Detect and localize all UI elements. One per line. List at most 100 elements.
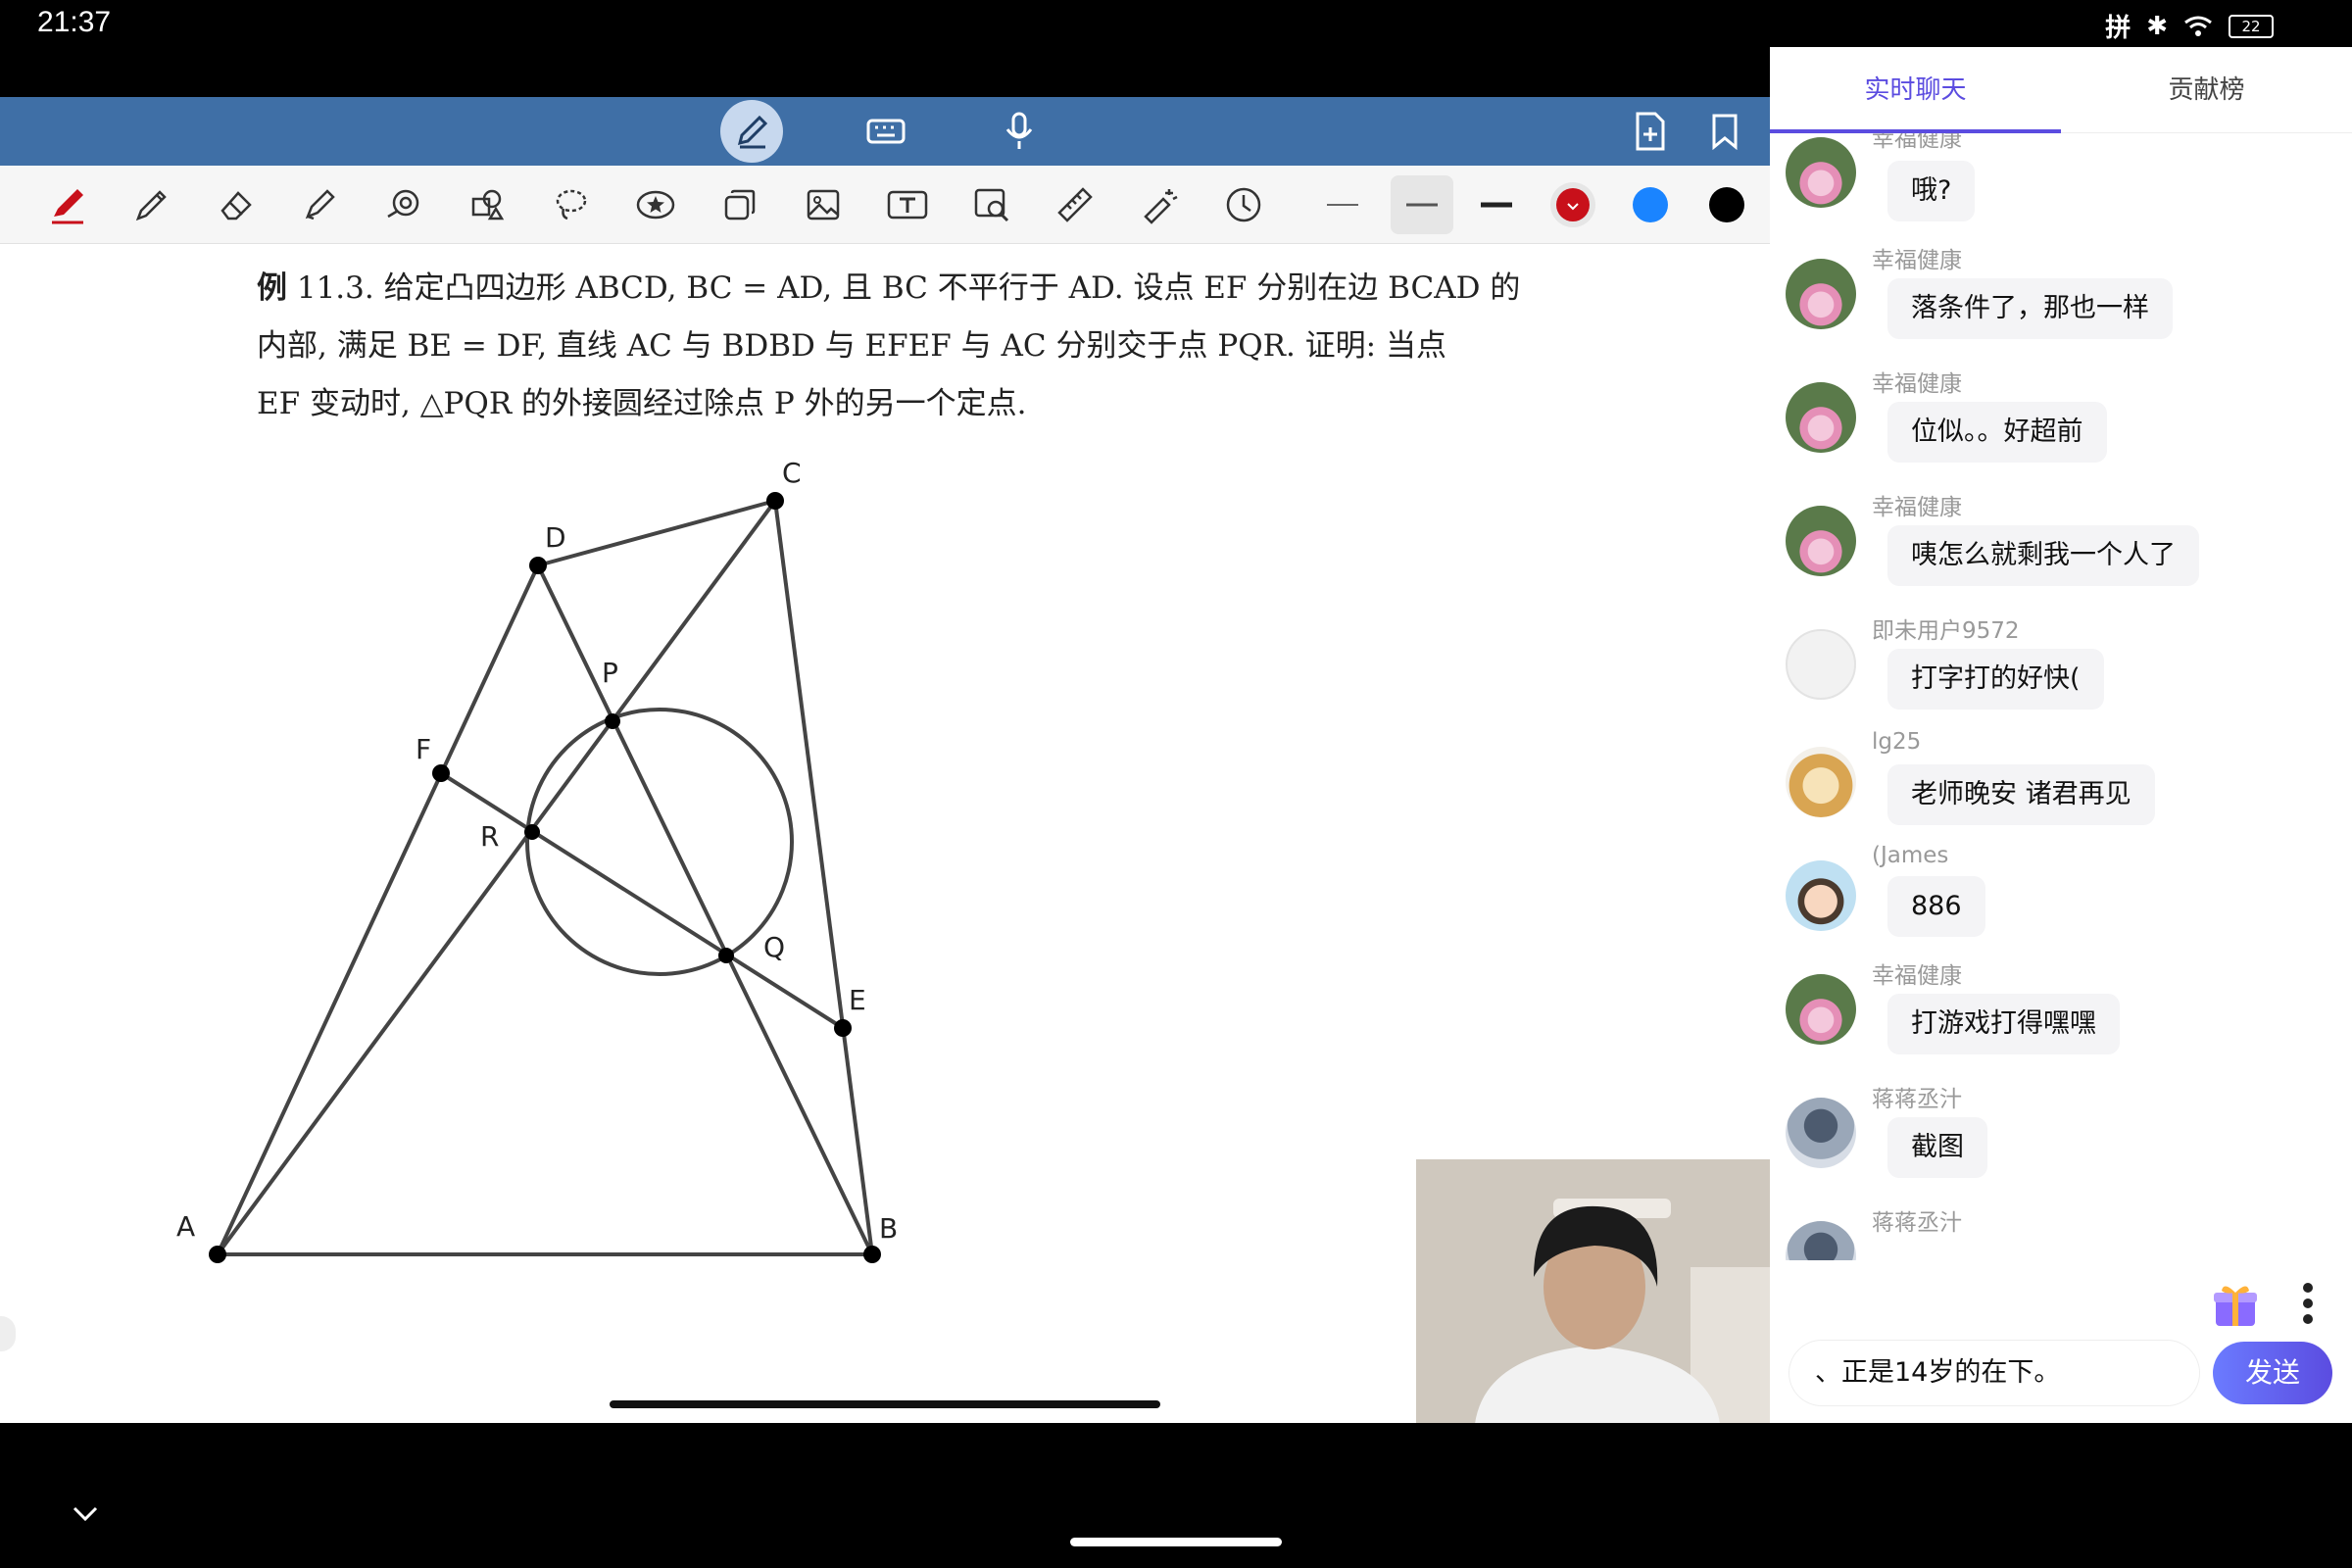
avatar[interactable] [1786,747,1856,817]
segment-CD [537,499,776,567]
chat-username: 即未用户9572 [1872,618,2020,644]
chat-bubble: 886 [1887,876,1985,937]
pencil-tool[interactable] [123,177,180,232]
panel-tabs: 实时聊天 贡献榜 [1770,47,2352,133]
chat-bubble: 截图 [1887,1117,1987,1178]
avatar[interactable] [1786,1098,1856,1168]
image-tool[interactable] [795,177,852,232]
laser-pointer-icon [1144,189,1178,224]
add-page-button[interactable] [1631,97,1670,166]
more-button[interactable] [2302,1282,2314,1329]
avatar[interactable] [1786,382,1856,453]
chat-username: 幸福健康 [1872,133,1962,152]
label-R: R [480,820,499,853]
black-swatch-icon [1709,187,1744,222]
wifi-icon [2184,16,2212,36]
history-tool[interactable] [1215,177,1272,232]
copy-icon [724,189,756,220]
label-Q: Q [763,931,785,963]
microphone-icon [1005,112,1033,149]
home-indicator[interactable] [1070,1538,1282,1546]
star-tool[interactable] [627,177,684,232]
color-black-swatch[interactable] [1698,177,1755,232]
chat-panel: 实时聊天 贡献榜 幸福健康 哦? 幸福健康 落条件了，那也一样 幸福健康 位似。… [1770,47,2352,1521]
point-C [766,492,784,510]
shape-tool[interactable] [375,177,432,232]
chat-input[interactable]: 、正是14岁的在下。 [1789,1341,2199,1405]
circumcircle-PQR [525,708,794,976]
red-swatch-icon [1550,182,1595,227]
bluetooth-icon: ✱ [2146,11,2168,41]
medium-line-tool[interactable] [1391,175,1453,234]
chat-username: 蒋蒋丞汁 [1872,1210,1962,1236]
chat-username: 幸福健康 [1872,248,1962,273]
laser-pointer-tool[interactable] [1131,177,1188,232]
avatar[interactable] [1786,506,1856,576]
microphone-button[interactable] [1000,97,1039,166]
tab-contribution-rank[interactable]: 贡献榜 [2061,47,2352,133]
status-bar: 21:37 拼 ✱ 22 [0,0,2352,47]
avatar[interactable] [1786,860,1856,931]
chevron-down-icon[interactable] [71,1504,100,1524]
image-search-tool[interactable] [963,177,1020,232]
webcam-person-image [1416,1159,1770,1424]
webcam-preview[interactable] [1416,1159,1770,1424]
chat-list[interactable]: 幸福健康 哦? 幸福健康 落条件了，那也一样 幸福健康 位似。。好超前 幸福健康… [1770,133,2352,1260]
thin-line-tool[interactable] [1314,177,1371,232]
red-pen-tool[interactable] [39,177,96,232]
add-page-icon [1636,112,1665,151]
color-red-swatch[interactable] [1544,177,1601,232]
label-E: E [849,984,866,1016]
ime-indicator: 拼 [2105,14,2132,43]
label-F: F [416,733,431,765]
red-pen-icon [52,189,83,224]
color-blue-swatch[interactable] [1622,177,1679,232]
bookmark-button[interactable] [1707,97,1742,166]
label-B: B [879,1212,898,1245]
chat-bubble: 咦怎么就剩我一个人了 [1887,525,2199,586]
battery-icon: 22 [2229,14,2274,38]
send-button[interactable]: 发送 [2213,1342,2332,1404]
thick-line-tool[interactable] [1468,177,1525,232]
clock-icon [1226,187,1261,222]
gift-button[interactable] [2210,1279,2261,1334]
text-icon [887,190,928,220]
point-P [605,713,620,729]
highlighter-tool[interactable] [291,177,348,232]
thin-line-icon [1327,204,1358,206]
lasso-icon [556,189,587,220]
chat-username: (James [1872,843,1949,868]
lasso-tool[interactable] [543,177,600,232]
status-time: 21:37 [37,6,112,38]
ruler-tool[interactable] [1047,177,1103,232]
avatar[interactable] [1786,1221,1856,1260]
status-icons: 拼 ✱ 22 [2105,8,2274,44]
avatar[interactable] [1786,259,1856,329]
chat-bubble: 老师晚安 诸君再见 [1887,764,2155,825]
tab-live-chat[interactable]: 实时聊天 [1770,47,2061,133]
ruler-icon [1057,187,1093,222]
keyboard-button[interactable] [862,97,909,166]
label-A: A [176,1210,195,1243]
avatar[interactable] [1786,629,1856,700]
keyboard-icon [866,119,906,144]
text-tool[interactable] [879,177,936,232]
eraser-icon [220,191,252,220]
highlighter-icon [305,189,335,220]
copy-tool[interactable] [711,177,768,232]
point-B [863,1246,881,1263]
chat-username: lg25 [1872,729,1922,755]
horizontal-scrollbar[interactable] [610,1400,1160,1408]
pen-mode-button[interactable] [719,97,784,166]
chat-username: 幸福健康 [1872,495,1962,520]
chat-username: 蒋蒋丞汁 [1872,1087,1962,1112]
avatar[interactable] [1786,137,1856,208]
chat-bubble: 落条件了，那也一样 [1887,278,2173,339]
chat-username: 幸福健康 [1872,963,1962,989]
label-P: P [602,657,618,689]
stamp-tool[interactable] [460,177,516,232]
bookmark-icon [1712,114,1738,150]
avatar[interactable] [1786,974,1856,1045]
eraser-tool[interactable] [208,177,265,232]
chat-bubble: 打游戏打得嘿嘿 [1887,994,2120,1054]
